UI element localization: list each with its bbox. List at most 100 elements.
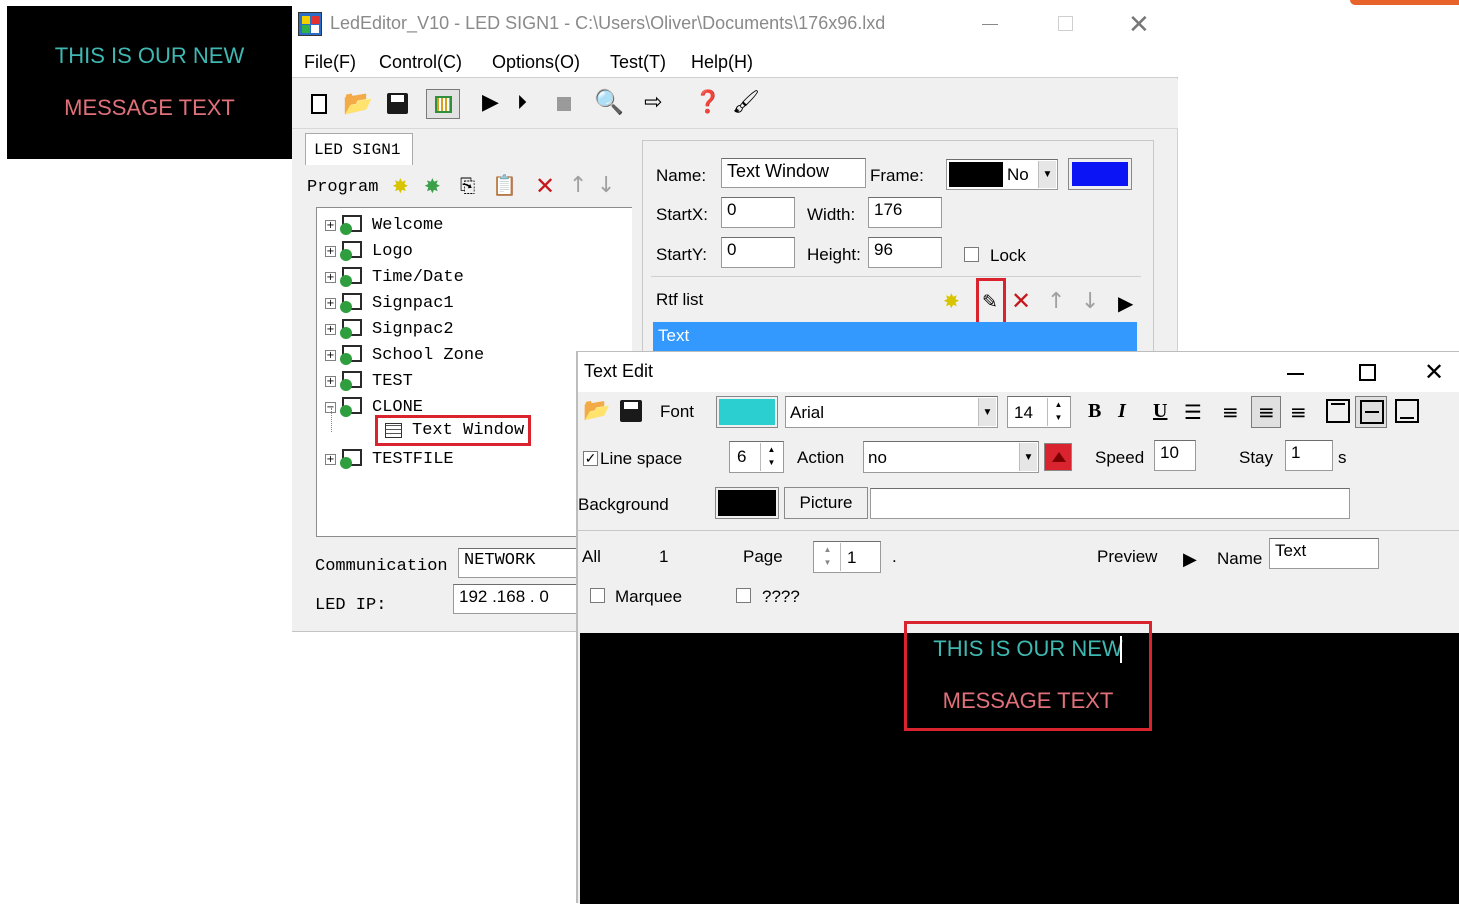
tree-item-welcome[interactable]: + Welcome [325, 213, 443, 237]
properties-panel: Name: Text Window Frame: No ▼ StartX: 0 … [642, 140, 1154, 355]
rtf-down-icon[interactable]: ↓ [1081, 289, 1099, 314]
tree-item-signpac2[interactable]: + Signpac2 [325, 317, 454, 341]
tree-item-signpac1[interactable]: + Signpac1 [325, 291, 454, 315]
open-folder-icon[interactable]: 📂 [583, 398, 610, 423]
minimize-icon[interactable] [982, 24, 998, 25]
close-icon[interactable]: ✕ [1128, 10, 1150, 40]
tree-item-time-date[interactable]: + Time/Date [325, 265, 464, 289]
tree-item-text-window[interactable]: Text Window [375, 415, 531, 446]
maximize-icon[interactable] [1359, 364, 1376, 381]
close-icon[interactable]: ✕ [1424, 358, 1444, 386]
new-file-icon[interactable] [311, 94, 327, 114]
lock-checkbox[interactable] [964, 247, 979, 262]
spinner-arrows-icon[interactable]: ▲ ▼ [1047, 398, 1069, 426]
add-program-icon[interactable]: ✸ [392, 174, 409, 198]
width-field[interactable]: 176 [868, 197, 942, 228]
rtf-list-item[interactable]: Text [653, 322, 1137, 352]
background-color-button[interactable] [715, 487, 779, 519]
frame-select[interactable]: No ▼ [946, 159, 1058, 190]
spinner-arrows-icon[interactable]: ▲ ▼ [760, 443, 782, 471]
page-spinner[interactable]: ▲ ▼ 1 [813, 541, 881, 573]
rtf-up-icon[interactable]: ↑ [1047, 289, 1065, 314]
brush-icon[interactable]: 🖌 [732, 90, 760, 115]
menu-control[interactable]: Control(C) [379, 52, 462, 73]
height-field[interactable]: 96 [868, 237, 942, 268]
tab-led-sign1[interactable]: LED SIGN1 [305, 133, 413, 165]
tree-item-logo[interactable]: + Logo [325, 239, 413, 263]
move-down-icon[interactable]: ↓ [597, 173, 615, 198]
tree-item-school-zone[interactable]: + School Zone [325, 343, 484, 367]
menu-test[interactable]: Test(T) [610, 52, 666, 73]
startx-field[interactable]: 0 [721, 197, 795, 228]
menu-file[interactable]: File(F) [304, 52, 356, 73]
led-ip-field[interactable]: 192 .168 . 0 [453, 584, 578, 614]
bold-icon[interactable]: B [1088, 400, 1101, 423]
program-icon [340, 293, 364, 313]
move-up-icon[interactable]: ↑ [569, 173, 587, 198]
copy-icon[interactable]: ⎘ [460, 175, 475, 197]
menu-options[interactable]: Options(O) [492, 52, 580, 73]
font-color-button[interactable] [716, 396, 778, 428]
align-center-button[interactable]: ≡ [1251, 396, 1281, 428]
chevron-down-icon[interactable]: ▼ [1019, 443, 1037, 471]
frame-color-button[interactable] [1068, 158, 1132, 190]
unknown-checkbox[interactable] [736, 588, 751, 603]
italic-icon[interactable]: I [1118, 400, 1126, 423]
starty-field[interactable]: 0 [721, 237, 795, 268]
tree-item-test[interactable]: + TEST [325, 369, 413, 393]
edit-rtf-button[interactable]: ✎ [976, 278, 1006, 328]
chevron-down-icon[interactable]: ▼ [978, 398, 996, 426]
open-folder-icon[interactable]: 📂 [343, 89, 373, 117]
save-icon[interactable] [620, 400, 642, 422]
spinner-arrows-icon[interactable]: ▲ ▼ [815, 543, 841, 571]
action-preview-icon[interactable] [1044, 443, 1072, 471]
valign-middle-button[interactable] [1355, 396, 1387, 428]
paste-icon[interactable]: 📋 [492, 173, 517, 197]
action-select[interactable]: no ▼ [863, 441, 1039, 473]
align-right-icon[interactable]: ≡ [1290, 400, 1307, 424]
preview-label: Preview [1097, 547, 1158, 566]
valign-top-icon[interactable] [1326, 399, 1350, 423]
minimize-icon[interactable] [1287, 373, 1304, 375]
picture-button[interactable]: Picture [784, 487, 868, 519]
play-icon[interactable]: ▶ [482, 90, 499, 115]
text-editor-canvas[interactable]: THIS IS OUR NEW MESSAGE TEXT [580, 621, 1459, 904]
zoom-icon[interactable]: 🔍 [594, 88, 624, 116]
add-program-alt-icon[interactable]: ✸ [424, 174, 441, 198]
stay-field[interactable]: 1 [1285, 440, 1333, 471]
communication-field[interactable]: NETWORK [458, 548, 578, 578]
rtf-play-icon[interactable]: ▶ [1118, 291, 1133, 315]
picture-label: Picture [799, 493, 853, 512]
menu-help[interactable]: Help(H) [691, 52, 753, 73]
name-field[interactable]: Text [1269, 538, 1379, 569]
valign-bottom-icon[interactable] [1395, 399, 1419, 423]
step-play-icon[interactable]: ⏵ [517, 90, 527, 114]
underline-icon[interactable]: U [1153, 400, 1167, 423]
app-icon [298, 12, 322, 36]
help-icon[interactable]: ❓ [694, 90, 721, 115]
font-select[interactable]: Arial ▼ [785, 396, 998, 428]
add-rtf-icon[interactable]: ✸ [943, 289, 960, 313]
name-field[interactable]: Text Window [721, 158, 866, 188]
all-value: 1 [659, 547, 669, 566]
line-space-spinner[interactable]: 6 ▲ ▼ [729, 441, 784, 473]
bullet-list-icon[interactable]: ☰ [1184, 400, 1202, 424]
stop-icon[interactable] [557, 97, 571, 111]
export-icon[interactable]: ⇨ [644, 90, 662, 115]
maximize-icon[interactable] [1058, 16, 1073, 31]
delete-rtf-icon[interactable]: ✕ [1011, 287, 1031, 315]
align-left-icon[interactable]: ≡ [1222, 400, 1239, 424]
tree-item-testfile[interactable]: + TESTFILE [325, 447, 454, 471]
chevron-down-icon[interactable]: ▼ [1038, 161, 1056, 188]
save-icon[interactable] [387, 93, 408, 114]
delete-icon[interactable]: ✕ [535, 172, 555, 200]
speed-field[interactable]: 10 [1154, 440, 1196, 471]
font-size-spinner[interactable]: 14 ▲ ▼ [1007, 396, 1071, 428]
grid-view-icon[interactable] [426, 89, 460, 119]
preview-play-icon[interactable]: ▶ [1183, 549, 1197, 570]
line-space-checkbox[interactable]: ✓ [583, 451, 598, 466]
tree-label: Logo [372, 241, 413, 261]
picture-path-field[interactable] [870, 488, 1350, 519]
action-label: Action [797, 448, 845, 467]
marquee-checkbox[interactable] [590, 588, 605, 603]
